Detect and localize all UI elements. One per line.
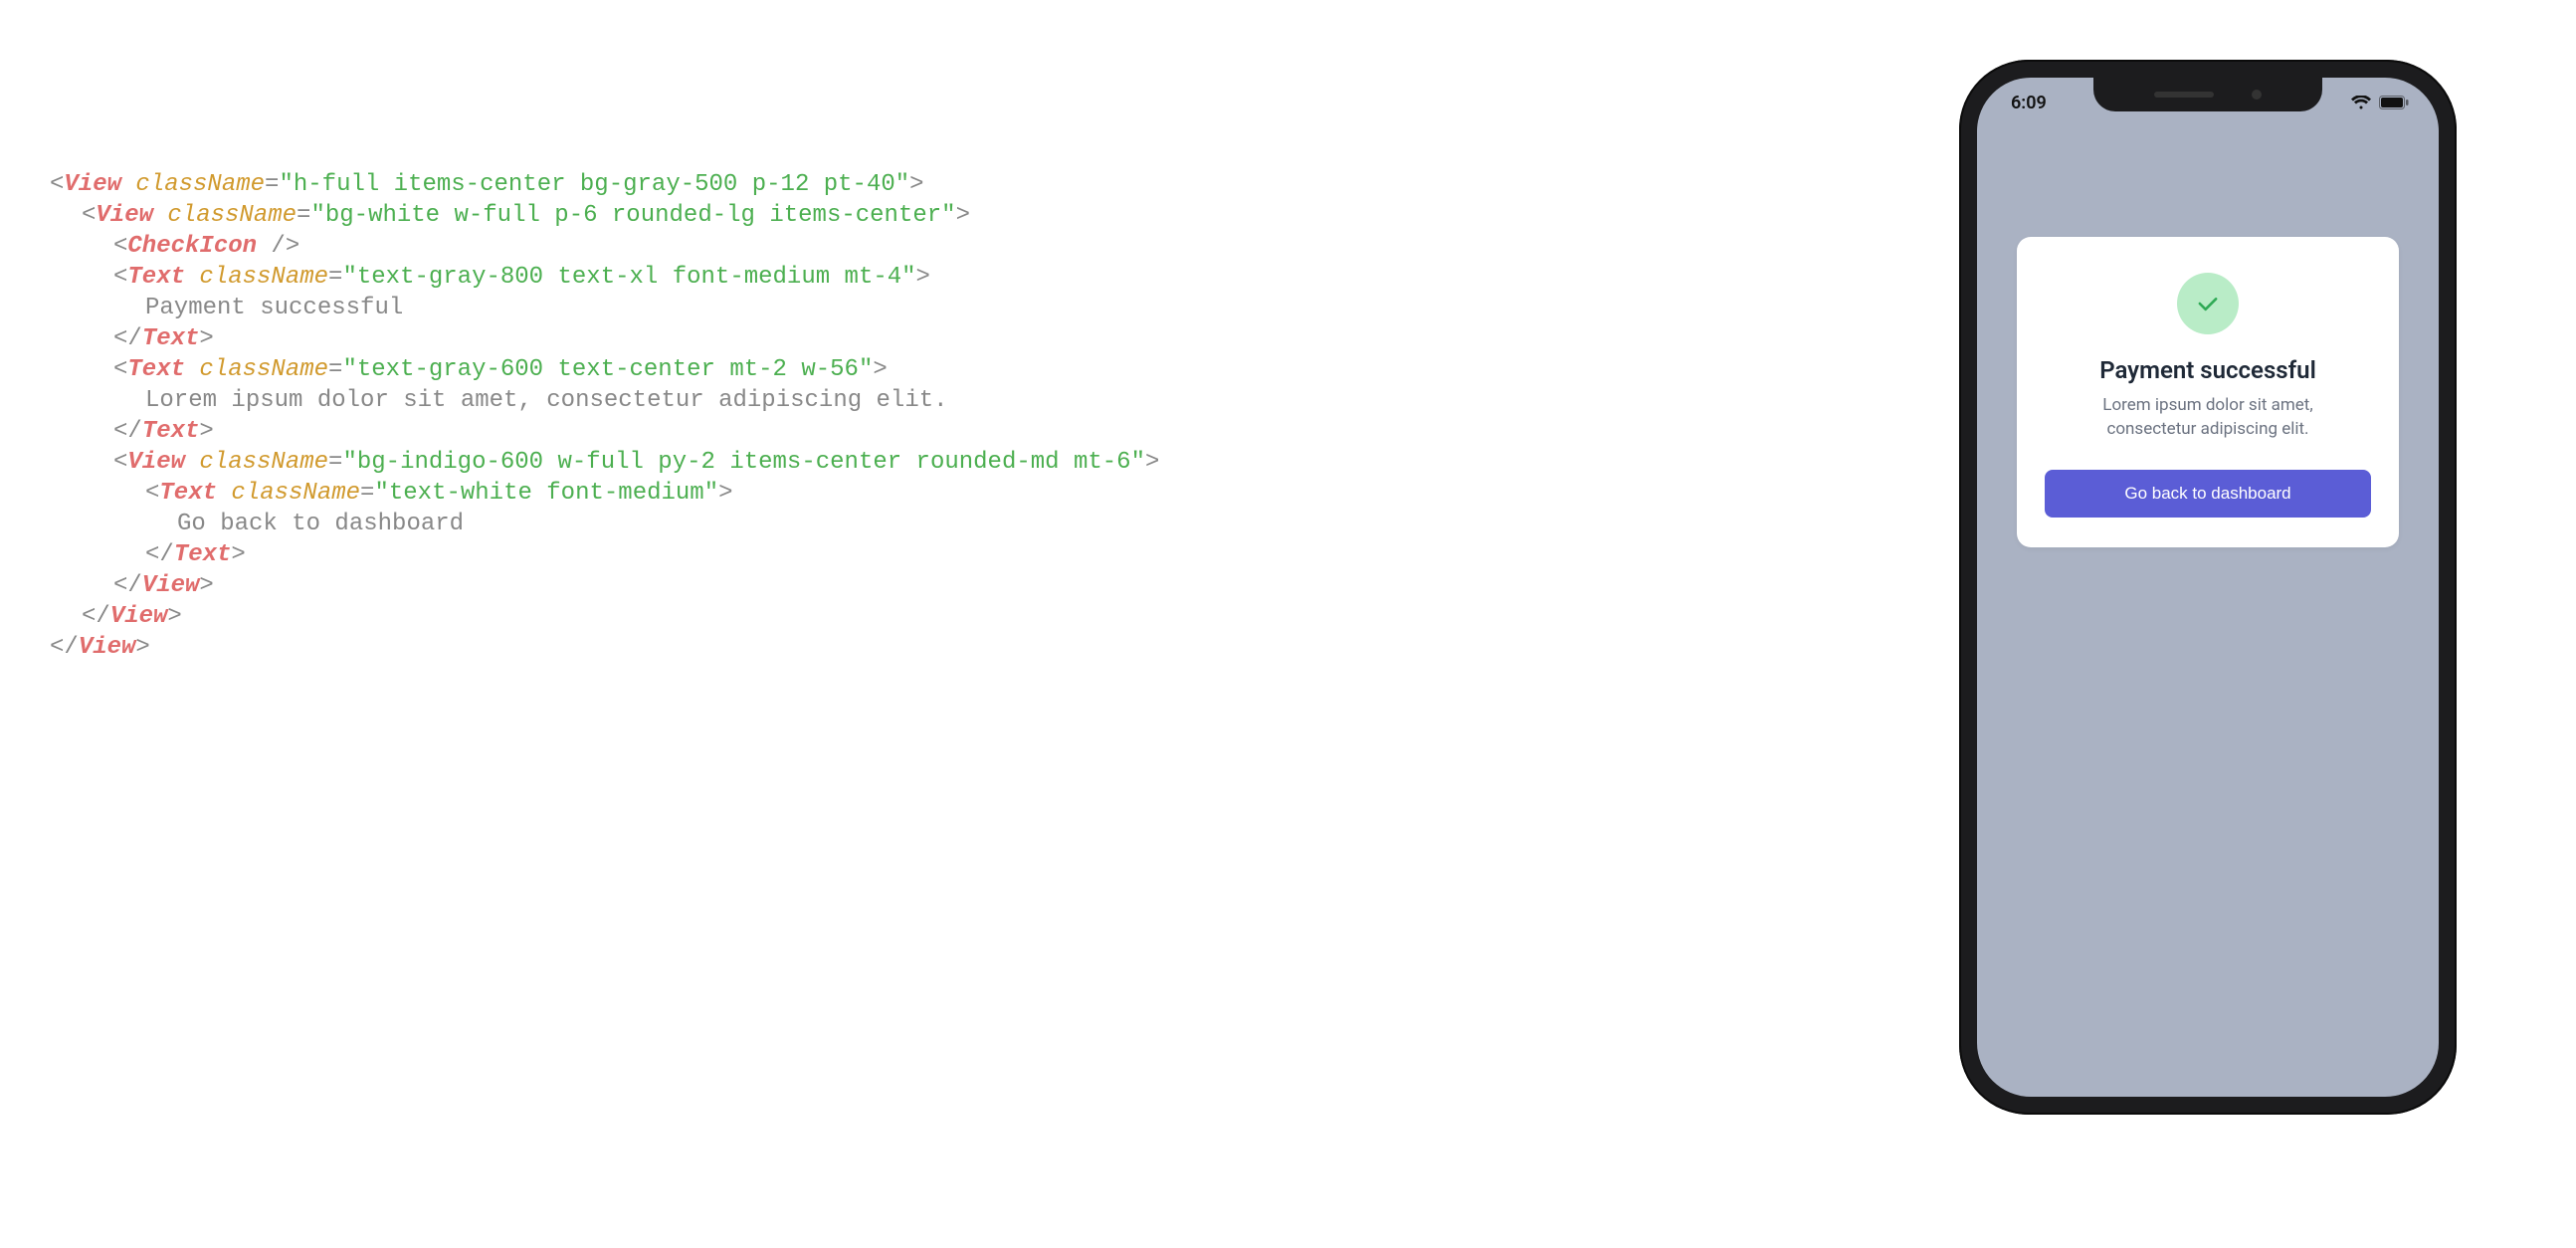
code-line[interactable]: Go back to dashboard [50, 509, 1919, 539]
dashboard-button-label: Go back to dashboard [2124, 484, 2290, 503]
phone-screen: 6:09 Payment [1977, 78, 2439, 1097]
wifi-icon [2351, 96, 2371, 109]
code-line[interactable]: </Text> [50, 323, 1919, 354]
success-card: Payment successful Lorem ipsum dolor sit… [2017, 237, 2399, 547]
dashboard-button[interactable]: Go back to dashboard [2045, 470, 2371, 518]
app-body: Payment successful Lorem ipsum dolor sit… [1977, 78, 2439, 1097]
code-line[interactable]: <Text className="text-gray-800 text-xl f… [50, 262, 1919, 293]
status-time: 6:09 [2011, 93, 2047, 113]
phone-frame: 6:09 Payment [1959, 60, 2457, 1115]
phone-notch [2093, 78, 2322, 111]
check-icon [2177, 273, 2239, 334]
code-line[interactable]: Payment successful [50, 293, 1919, 323]
code-line[interactable]: <Text className="text-gray-600 text-cent… [50, 354, 1919, 385]
card-title: Payment successful [2099, 356, 2316, 384]
battery-icon [2379, 96, 2409, 109]
code-line[interactable]: <View className="h-full items-center bg-… [50, 169, 1919, 200]
code-line[interactable]: </View> [50, 601, 1919, 632]
code-line[interactable]: <Text className="text-white font-medium"… [50, 478, 1919, 509]
code-editor[interactable]: <View className="h-full items-center bg-… [0, 0, 1959, 1248]
phone-preview: 6:09 Payment [1959, 0, 2516, 1248]
code-line[interactable]: <View className="bg-indigo-600 w-full py… [50, 447, 1919, 478]
code-line[interactable]: <CheckIcon /> [50, 231, 1919, 262]
code-line[interactable]: </View> [50, 570, 1919, 601]
code-line[interactable]: </View> [50, 632, 1919, 663]
code-line[interactable]: <View className="bg-white w-full p-6 rou… [50, 200, 1919, 231]
code-line[interactable]: </Text> [50, 416, 1919, 447]
code-line[interactable]: </Text> [50, 539, 1919, 570]
code-line[interactable]: Lorem ipsum dolor sit amet, consectetur … [50, 385, 1919, 416]
card-body: Lorem ipsum dolor sit amet, consectetur … [2069, 394, 2347, 442]
